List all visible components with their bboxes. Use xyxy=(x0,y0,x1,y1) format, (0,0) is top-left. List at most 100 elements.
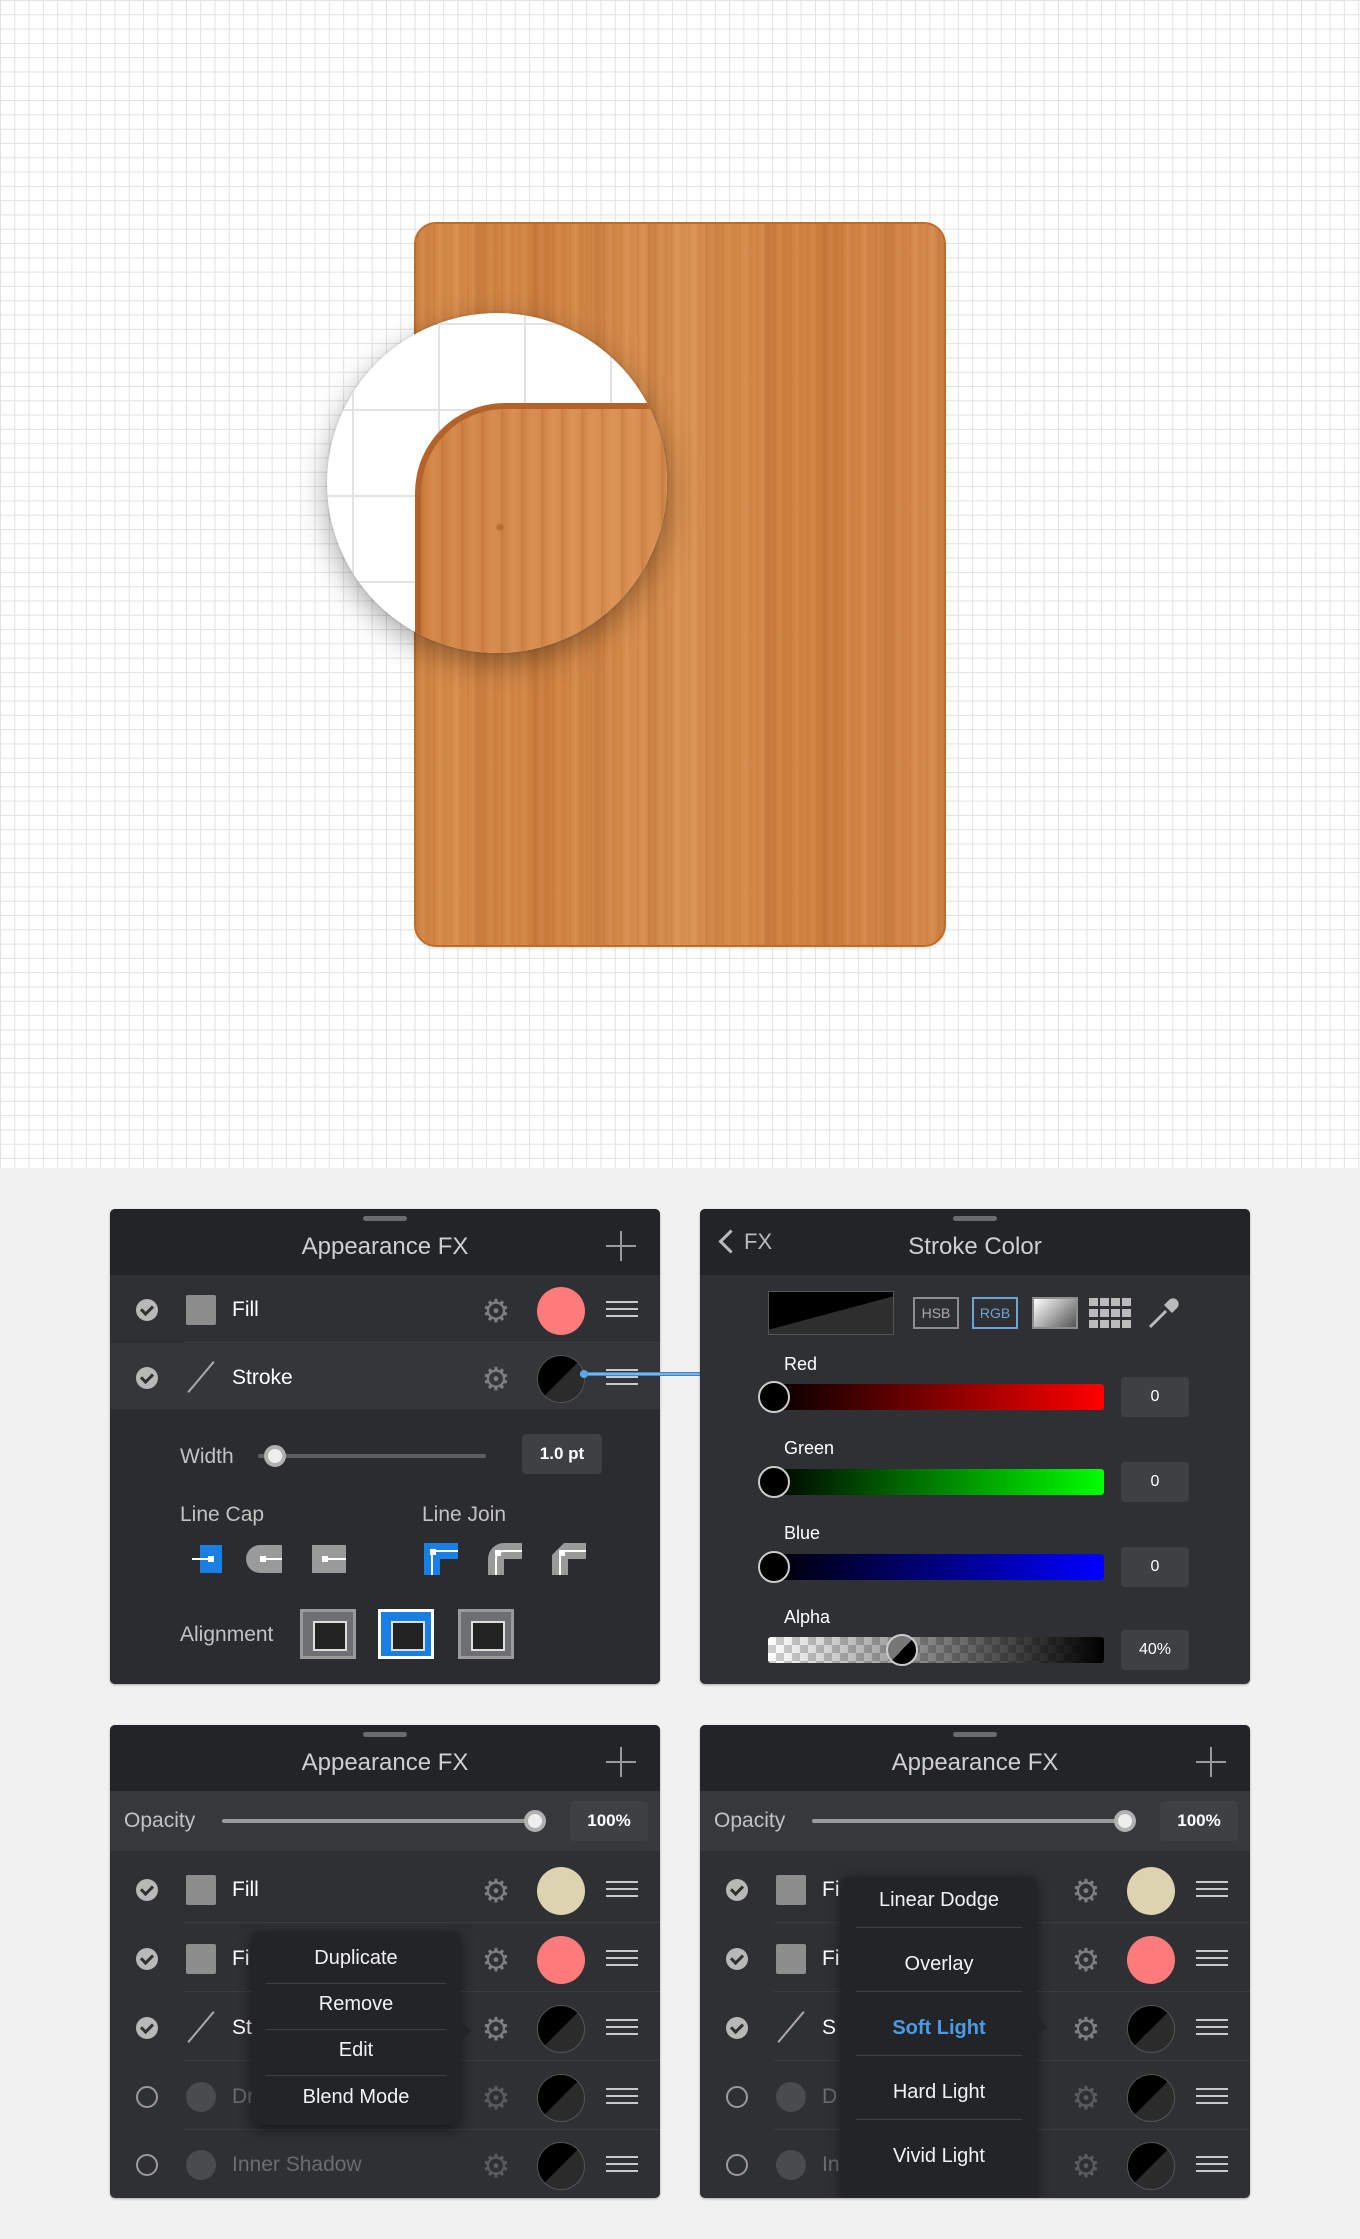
blend-soft-light[interactable]: Soft Light xyxy=(842,2017,1036,2040)
width-slider-knob[interactable] xyxy=(264,1445,286,1467)
align-inside-button[interactable] xyxy=(300,1609,356,1659)
gear-icon[interactable]: ⚙ xyxy=(480,1944,512,1976)
stroke-color-swatch[interactable] xyxy=(537,2005,585,2053)
blend-vivid-light[interactable]: Vivid Light xyxy=(842,2145,1036,2168)
fill-color-swatch[interactable] xyxy=(537,1936,585,1984)
opacity-slider-knob[interactable] xyxy=(524,1810,546,1832)
drawing-canvas[interactable] xyxy=(0,0,1360,1168)
effect-color-swatch[interactable] xyxy=(537,2074,585,2122)
butt-cap-icon[interactable] xyxy=(192,1541,230,1577)
panel-grabber[interactable] xyxy=(363,1732,407,1737)
effect-row-stroke[interactable]: Stroke ⚙ xyxy=(110,1343,660,1411)
opacity-value[interactable]: 100% xyxy=(570,1801,648,1841)
blend-hard-light[interactable]: Hard Light xyxy=(842,2081,1036,2104)
blend-overlay[interactable]: Overlay xyxy=(842,1953,1036,1976)
visibility-circle-icon[interactable] xyxy=(136,2086,158,2108)
red-value[interactable]: 0 xyxy=(1121,1377,1189,1417)
menu-item-duplicate[interactable]: Duplicate xyxy=(252,1947,460,1970)
miter-join-icon[interactable] xyxy=(422,1541,460,1577)
drag-handle-icon[interactable] xyxy=(1196,1950,1228,1966)
add-effect-icon[interactable] xyxy=(606,1231,636,1261)
drag-handle-icon[interactable] xyxy=(1196,2019,1228,2035)
visibility-check-icon[interactable] xyxy=(726,1879,748,1901)
swatches-grid-icon[interactable] xyxy=(1088,1297,1132,1329)
effect-color-swatch[interactable] xyxy=(1127,2074,1175,2122)
visibility-check-icon[interactable] xyxy=(136,1948,158,1970)
align-center-button[interactable] xyxy=(378,1609,434,1659)
alpha-slider-knob[interactable] xyxy=(886,1634,918,1666)
effect-row-fill[interactable]: Fill ⚙ xyxy=(110,1275,660,1343)
drag-handle-icon[interactable] xyxy=(606,1950,638,1966)
width-value[interactable]: 1.0 pt xyxy=(522,1434,602,1474)
drag-handle-icon[interactable] xyxy=(1196,2088,1228,2104)
width-slider-track[interactable] xyxy=(258,1454,486,1458)
add-effect-icon[interactable] xyxy=(606,1747,636,1777)
effect-row-inner-shadow[interactable]: Inner Shadow ⚙ xyxy=(110,2130,660,2198)
drag-handle-icon[interactable] xyxy=(606,2156,638,2172)
gear-icon[interactable]: ⚙ xyxy=(480,1295,512,1327)
visibility-check-icon[interactable] xyxy=(136,2017,158,2039)
effect-color-swatch[interactable] xyxy=(1127,2142,1175,2190)
visibility-check-icon[interactable] xyxy=(136,1879,158,1901)
blue-slider[interactable] xyxy=(768,1554,1104,1580)
panel-grabber[interactable] xyxy=(953,1732,997,1737)
alpha-value[interactable]: 40% xyxy=(1121,1630,1189,1670)
menu-item-blend-mode[interactable]: Blend Mode xyxy=(252,2086,460,2109)
gear-icon[interactable]: ⚙ xyxy=(480,1363,512,1395)
gear-icon[interactable]: ⚙ xyxy=(1070,1944,1102,1976)
panel-grabber[interactable] xyxy=(363,1216,407,1221)
gear-icon[interactable]: ⚙ xyxy=(1070,2013,1102,2045)
visibility-circle-icon[interactable] xyxy=(136,2154,158,2176)
drag-handle-icon[interactable] xyxy=(606,2088,638,2104)
rgb-mode-button[interactable]: RGB xyxy=(972,1297,1018,1329)
menu-item-edit[interactable]: Edit xyxy=(252,2039,460,2062)
gear-icon[interactable]: ⚙ xyxy=(1070,2150,1102,2182)
stroke-color-swatch[interactable] xyxy=(1127,2005,1175,2053)
red-slider-knob[interactable] xyxy=(758,1381,790,1413)
panel-grabber[interactable] xyxy=(953,1216,997,1221)
green-value[interactable]: 0 xyxy=(1121,1462,1189,1502)
blue-slider-knob[interactable] xyxy=(758,1551,790,1583)
opacity-slider-track[interactable] xyxy=(222,1819,544,1823)
drag-handle-icon[interactable] xyxy=(606,2019,638,2035)
effect-color-swatch[interactable] xyxy=(537,2142,585,2190)
fill-color-swatch[interactable] xyxy=(537,1287,585,1335)
opacity-slider-knob[interactable] xyxy=(1114,1810,1136,1832)
bevel-join-icon[interactable] xyxy=(550,1541,588,1577)
gear-icon[interactable]: ⚙ xyxy=(480,1875,512,1907)
opacity-slider-track[interactable] xyxy=(812,1819,1134,1823)
fill-color-swatch[interactable] xyxy=(1127,1867,1175,1915)
drag-handle-icon[interactable] xyxy=(606,1881,638,1897)
effect-row-fill[interactable]: Fill ⚙ xyxy=(110,1855,660,1923)
gear-icon[interactable]: ⚙ xyxy=(1070,1875,1102,1907)
gear-icon[interactable]: ⚙ xyxy=(480,2013,512,2045)
drag-handle-icon[interactable] xyxy=(1196,2156,1228,2172)
drag-handle-icon[interactable] xyxy=(606,1301,638,1317)
gear-icon[interactable]: ⚙ xyxy=(480,2150,512,2182)
round-join-icon[interactable] xyxy=(486,1541,524,1577)
add-effect-icon[interactable] xyxy=(1196,1747,1226,1777)
red-slider[interactable] xyxy=(768,1384,1104,1410)
visibility-check-icon[interactable] xyxy=(136,1299,158,1321)
fill-color-swatch[interactable] xyxy=(537,1867,585,1915)
drag-handle-icon[interactable] xyxy=(1196,1881,1228,1897)
gradient-mode-icon[interactable] xyxy=(1032,1297,1078,1329)
menu-item-remove[interactable]: Remove xyxy=(252,1993,460,2016)
green-slider-knob[interactable] xyxy=(758,1466,790,1498)
square-cap-icon[interactable] xyxy=(310,1541,348,1577)
round-cap-icon[interactable] xyxy=(246,1541,284,1577)
blue-value[interactable]: 0 xyxy=(1121,1547,1189,1587)
visibility-circle-icon[interactable] xyxy=(726,2154,748,2176)
gear-icon[interactable]: ⚙ xyxy=(480,2082,512,2114)
eyedropper-icon[interactable] xyxy=(1146,1295,1182,1331)
visibility-circle-icon[interactable] xyxy=(726,2086,748,2108)
stroke-color-swatch[interactable] xyxy=(537,1355,585,1403)
visibility-check-icon[interactable] xyxy=(136,1367,158,1389)
gear-icon[interactable]: ⚙ xyxy=(1070,2082,1102,2114)
visibility-check-icon[interactable] xyxy=(726,2017,748,2039)
alpha-slider[interactable] xyxy=(768,1637,1104,1663)
opacity-value[interactable]: 100% xyxy=(1160,1801,1238,1841)
blend-linear-dodge[interactable]: Linear Dodge xyxy=(842,1889,1036,1912)
visibility-check-icon[interactable] xyxy=(726,1948,748,1970)
fill-color-swatch[interactable] xyxy=(1127,1936,1175,1984)
